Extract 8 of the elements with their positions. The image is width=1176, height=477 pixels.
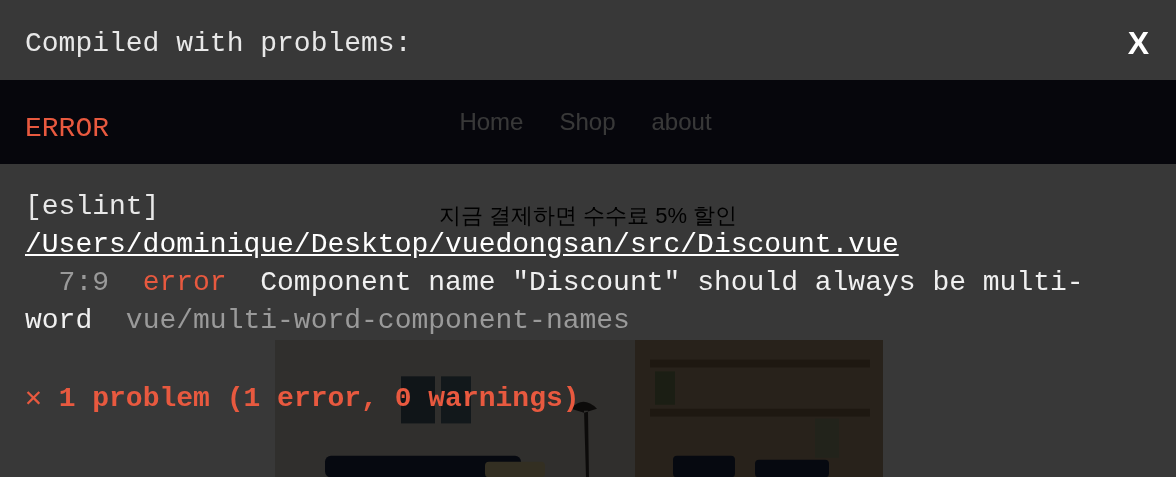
banner-text: 지금 결제하면 수수료 5% 할인 <box>438 202 738 231</box>
overlay-title: Compiled with problems: <box>25 27 412 59</box>
close-button[interactable]: X <box>1125 24 1151 62</box>
file-link[interactable]: /Users/dominique/Desktop/vuedongsan/src/Discount.vue <box>25 229 899 260</box>
problem-summary: ✕ 1 problem (1 error, 0 warnings) <box>25 383 580 414</box>
tool-label: [eslint] <box>25 191 160 222</box>
error-label: ERROR <box>25 113 109 144</box>
error-message: 7:9 error Component name "Discount" should always be multi-word vue/multi-word-component-names <box>25 266 1085 338</box>
